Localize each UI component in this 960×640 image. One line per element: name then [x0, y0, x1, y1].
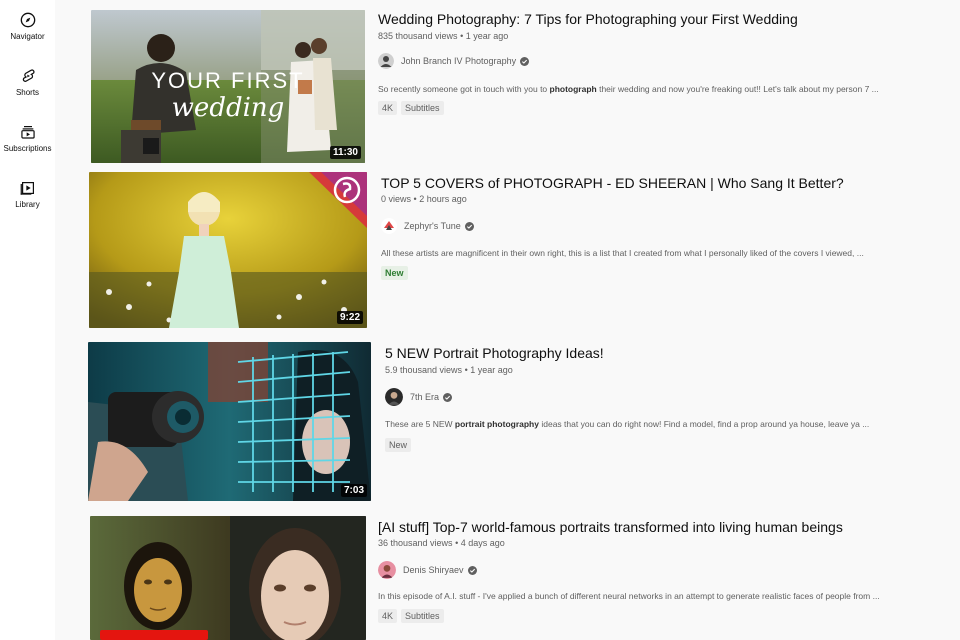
view-count: 5.9 thousand views	[385, 365, 463, 375]
badge-subtitles: Subtitles	[401, 101, 444, 115]
description-highlight: portrait photography	[454, 419, 539, 429]
channel-name: John Branch IV Photography	[401, 56, 517, 66]
view-count: 835 thousand views	[378, 31, 458, 41]
video-badges: New	[381, 266, 408, 280]
video-description: In this episode of A.I. stuff - I've app…	[378, 591, 880, 601]
video-thumbnail[interactable]: YOUR FIRST wedding 11:30	[91, 10, 365, 163]
sidebar-item-navigator[interactable]: Navigator	[0, 12, 55, 41]
video-thumbnail[interactable]: 9:22	[89, 172, 367, 328]
channel-link[interactable]: Denis Shiryaev	[378, 561, 477, 579]
thumbnail-image: YOUR FIRST wedding	[91, 10, 365, 163]
badge-4k: 4K	[378, 609, 398, 623]
badge-4k: 4K	[378, 101, 398, 115]
description-text: ideas that you can do right now! Find a …	[538, 419, 870, 429]
sidebar-item-label: Navigator	[10, 32, 45, 41]
video-badges: 4K Subtitles	[378, 609, 444, 623]
badge-new: New	[381, 266, 408, 280]
verified-icon	[520, 56, 530, 66]
sidebar-item-label: Shorts	[15, 88, 40, 97]
sidebar-item-label: Subscriptions	[3, 144, 52, 153]
video-meta: 0 views • 2 hours ago	[381, 194, 467, 204]
video-meta: 835 thousand views • 1 year ago	[378, 31, 508, 41]
sidebar-item-subscriptions[interactable]: Subscriptions	[0, 124, 55, 153]
video-thumbnail[interactable]	[90, 516, 366, 640]
description-text: All these artists are magnificent in the…	[381, 248, 864, 258]
video-badges: New	[385, 438, 412, 452]
upload-age: 4 days ago	[460, 538, 505, 548]
subscriptions-icon	[20, 126, 35, 139]
avatar	[378, 53, 394, 69]
video-feed: YOUR FIRST wedding 11:30 Wedding Photogr…	[55, 0, 960, 640]
badge-subtitles: Subtitles	[401, 609, 444, 623]
description-text: These are 5 NEW	[385, 419, 455, 429]
thumbnail-text: wedding	[172, 93, 285, 123]
avatar	[381, 218, 397, 234]
view-count: 36 thousand views	[378, 538, 453, 548]
sidebar-item-shorts[interactable]: Shorts	[0, 68, 55, 97]
verified-icon	[443, 392, 453, 402]
video-meta: 36 thousand views • 4 days ago	[378, 538, 505, 548]
video-duration: 11:30	[329, 146, 361, 159]
description-highlight: photograph	[549, 84, 597, 94]
channel-link[interactable]: John Branch IV Photography	[378, 53, 530, 69]
channel-link[interactable]: Zephyr's Tune	[381, 218, 474, 234]
thumbnail-image	[90, 516, 366, 640]
badge-new: New	[385, 438, 412, 452]
avatar	[385, 388, 403, 406]
description-text: So recently someone got in touch with yo…	[378, 84, 550, 94]
video-title[interactable]: 5 NEW Portrait Photography Ideas!	[385, 345, 604, 361]
channel-name: 7th Era	[410, 392, 440, 402]
compass-icon	[20, 12, 35, 28]
verified-icon	[467, 565, 477, 575]
upload-age: 2 hours ago	[419, 194, 467, 204]
video-thumbnail[interactable]: 7:03	[88, 342, 371, 501]
video-title[interactable]: TOP 5 COVERS of PHOTOGRAPH - ED SHEERAN …	[381, 175, 844, 191]
description-text: their wedding and now you're freaking ou…	[596, 84, 879, 94]
channel-link[interactable]: 7th Era	[385, 388, 453, 406]
video-title[interactable]: [AI stuff] Top-7 world-famous portraits …	[378, 519, 843, 535]
video-duration: 7:03	[340, 484, 367, 497]
library-icon	[20, 182, 34, 195]
sidebar: Navigator Shorts Subscriptions Library	[0, 0, 55, 640]
view-count: 0 views	[381, 194, 412, 204]
video-description: All these artists are magnificent in the…	[381, 248, 864, 258]
sidebar-item-library[interactable]: Library	[0, 180, 55, 209]
video-description: These are 5 NEW portrait photography ide…	[385, 419, 869, 429]
description-text: In this episode of A.I. stuff - I've app…	[378, 591, 880, 601]
video-meta: 5.9 thousand views • 1 year ago	[385, 365, 513, 375]
video-description: So recently someone got in touch with yo…	[378, 84, 879, 94]
channel-name: Zephyr's Tune	[404, 221, 461, 231]
thumbnail-image	[89, 172, 367, 328]
video-badges: 4K Subtitles	[378, 101, 444, 115]
upload-age: 1 year ago	[465, 31, 509, 41]
thumbnail-image	[88, 342, 371, 501]
channel-name: Denis Shiryaev	[403, 565, 464, 575]
avatar	[378, 561, 396, 579]
video-duration: 9:22	[336, 311, 363, 324]
upload-age: 1 year ago	[470, 365, 513, 375]
verified-icon	[464, 221, 474, 231]
shorts-icon	[22, 69, 35, 82]
video-title[interactable]: Wedding Photography: 7 Tips for Photogra…	[378, 11, 798, 27]
thumbnail-text: YOUR FIRST	[151, 68, 304, 93]
sidebar-item-label: Library	[15, 200, 40, 209]
